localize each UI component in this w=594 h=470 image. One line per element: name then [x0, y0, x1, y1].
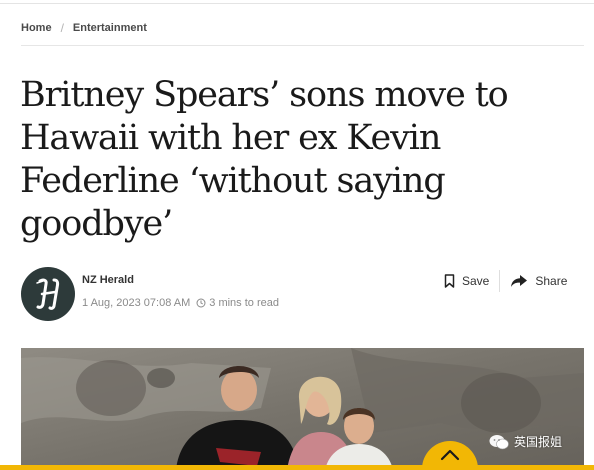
breadcrumb-home[interactable]: Home: [21, 22, 52, 34]
actions-divider: [499, 270, 501, 292]
chevron-up-icon: [440, 449, 460, 461]
breadcrumb-separator: /: [60, 21, 64, 35]
watermark: 英国报姐: [489, 433, 562, 450]
article-headline: Britney Spears’ sons move to Hawaii with…: [20, 74, 580, 246]
article-actions: Save Share: [444, 270, 567, 292]
share-arrow-icon: [511, 275, 528, 287]
share-label: Share: [535, 274, 568, 288]
breadcrumb-entertainment[interactable]: Entertainment: [73, 22, 147, 34]
share-button[interactable]: Share: [510, 274, 567, 288]
author-avatar[interactable]: [21, 267, 75, 321]
read-time: 3 mins to read: [196, 297, 279, 309]
herald-logo-icon: [36, 278, 60, 310]
headline-line: Federline ‘without saying: [20, 161, 446, 201]
wechat-icon: [489, 434, 509, 449]
save-label: Save: [462, 274, 490, 288]
breadcrumb: Home / Entertainment: [21, 20, 147, 36]
save-button[interactable]: Save: [444, 274, 489, 288]
headline-line: goodbye’: [20, 204, 173, 244]
publish-date: 1 Aug, 2023 07:08 AM: [82, 297, 191, 309]
top-divider: [0, 3, 594, 4]
author-name[interactable]: NZ Herald: [82, 274, 134, 286]
breadcrumb-divider: [21, 45, 584, 46]
watermark-text: 英国报姐: [514, 435, 563, 449]
article-meta: 1 Aug, 2023 07:08 AM 3 mins to read: [82, 297, 279, 309]
headline-line: Britney Spears’ sons move to: [20, 75, 509, 115]
bookmark-icon: [444, 274, 455, 288]
bottom-accent-bar: [0, 465, 594, 470]
read-time-label: 3 mins to read: [209, 297, 279, 309]
headline-line: Hawaii with her ex Kevin: [20, 118, 441, 158]
article-hero-image[interactable]: [21, 348, 584, 470]
clock-icon: [196, 298, 206, 308]
